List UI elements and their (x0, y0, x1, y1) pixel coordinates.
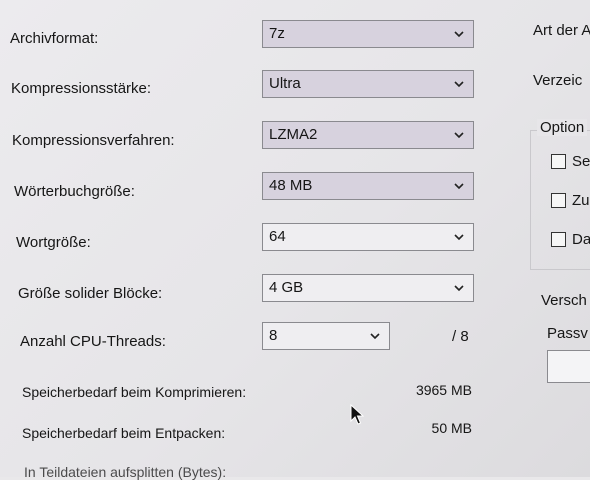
update-mode-label: Art der A (533, 22, 590, 39)
compression-settings-panel: Archivformat: Kompressionsstärke: Kompre… (0, 0, 590, 480)
cpu-threads-value: 8 (269, 327, 278, 344)
dictionary-size-value: 48 MB (269, 177, 313, 194)
option-label-1: Se (572, 153, 590, 170)
compression-level-value: Ultra (269, 75, 301, 92)
chevron-down-icon (454, 132, 464, 139)
solid-block-size-value: 4 GB (269, 279, 304, 296)
mouse-cursor-icon (350, 404, 364, 425)
compression-method-label: Kompressionsverfahren: (12, 132, 175, 149)
chevron-down-icon (454, 81, 464, 88)
compression-method-select[interactable]: LZMA2 (262, 121, 474, 149)
option-checkbox-1[interactable] (551, 154, 566, 169)
archive-format-label: Archivformat: (10, 30, 99, 47)
option-checkbox-3[interactable] (551, 232, 566, 247)
word-size-value: 64 (269, 228, 286, 245)
password-label: Passv (547, 325, 588, 342)
option-label-2: Zu (572, 192, 590, 209)
cpu-threads-label: Anzahl CPU-Threads: (20, 333, 166, 350)
solid-block-size-select[interactable]: 4 GB (262, 274, 474, 302)
dictionary-size-select[interactable]: 48 MB (262, 172, 474, 200)
cpu-threads-max: / 8 (452, 328, 469, 345)
word-size-label: Wortgröße: (16, 234, 91, 251)
memory-decompress-value: 50 MB (431, 420, 472, 436)
encryption-label: Versch (541, 292, 587, 309)
archive-format-value: 7z (269, 25, 285, 42)
password-input[interactable] (547, 350, 590, 383)
chevron-down-icon (454, 234, 464, 241)
compression-method-value: LZMA2 (269, 126, 318, 143)
memory-decompress-label: Speicherbedarf beim Entpacken: (22, 425, 226, 441)
archive-format-select[interactable]: 7z (262, 20, 474, 48)
solid-block-size-label: Größe solider Blöcke: (18, 285, 163, 302)
compression-level-select[interactable]: Ultra (262, 70, 474, 98)
chevron-down-icon (454, 31, 464, 38)
chevron-down-icon (454, 183, 464, 190)
memory-compress-value: 3965 MB (415, 382, 472, 398)
split-volumes-label: In Teildateien aufsplitten (Bytes): (24, 464, 227, 480)
options-group-title: Option (537, 119, 588, 136)
memory-compress-label: Speicherbedarf beim Komprimieren: (22, 384, 247, 400)
chevron-down-icon (370, 333, 380, 340)
cpu-threads-select[interactable]: 8 (262, 322, 390, 350)
word-size-select[interactable]: 64 (262, 223, 474, 251)
option-checkbox-2[interactable] (551, 193, 566, 208)
compression-level-label: Kompressionsstärke: (11, 80, 152, 97)
option-label-3: Da (572, 231, 590, 248)
dictionary-size-label: Wörterbuchgröße: (14, 183, 135, 200)
path-mode-label: Verzeic (533, 72, 583, 89)
chevron-down-icon (454, 285, 464, 292)
